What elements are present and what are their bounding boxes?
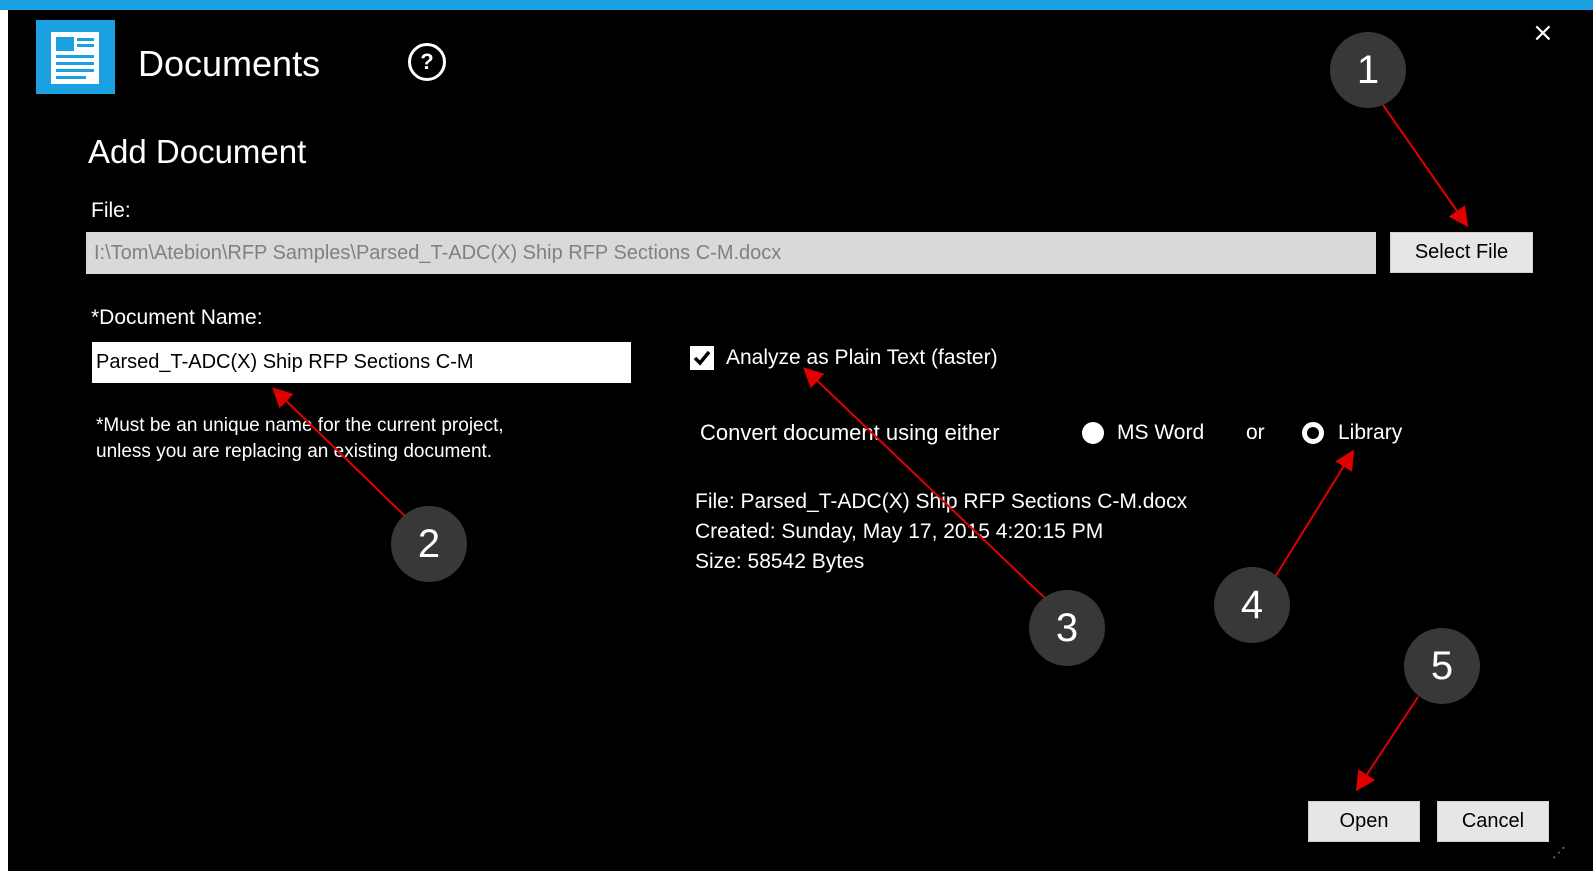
arrow-5 xyxy=(1355,696,1419,792)
arrow-4 xyxy=(1274,449,1355,578)
arrow-3 xyxy=(803,367,1049,602)
callout-4: 4 xyxy=(1214,567,1290,643)
annotation-arrows xyxy=(272,104,1469,792)
documents-dialog: Documents ? × Add Document File: Select … xyxy=(0,0,1593,883)
arrow-1 xyxy=(1382,104,1469,228)
callout-1: 1 xyxy=(1330,32,1406,108)
callout-5: 5 xyxy=(1404,628,1480,704)
callout-2: 2 xyxy=(391,506,467,582)
arrow-2 xyxy=(272,387,411,522)
callout-3: 3 xyxy=(1029,590,1105,666)
